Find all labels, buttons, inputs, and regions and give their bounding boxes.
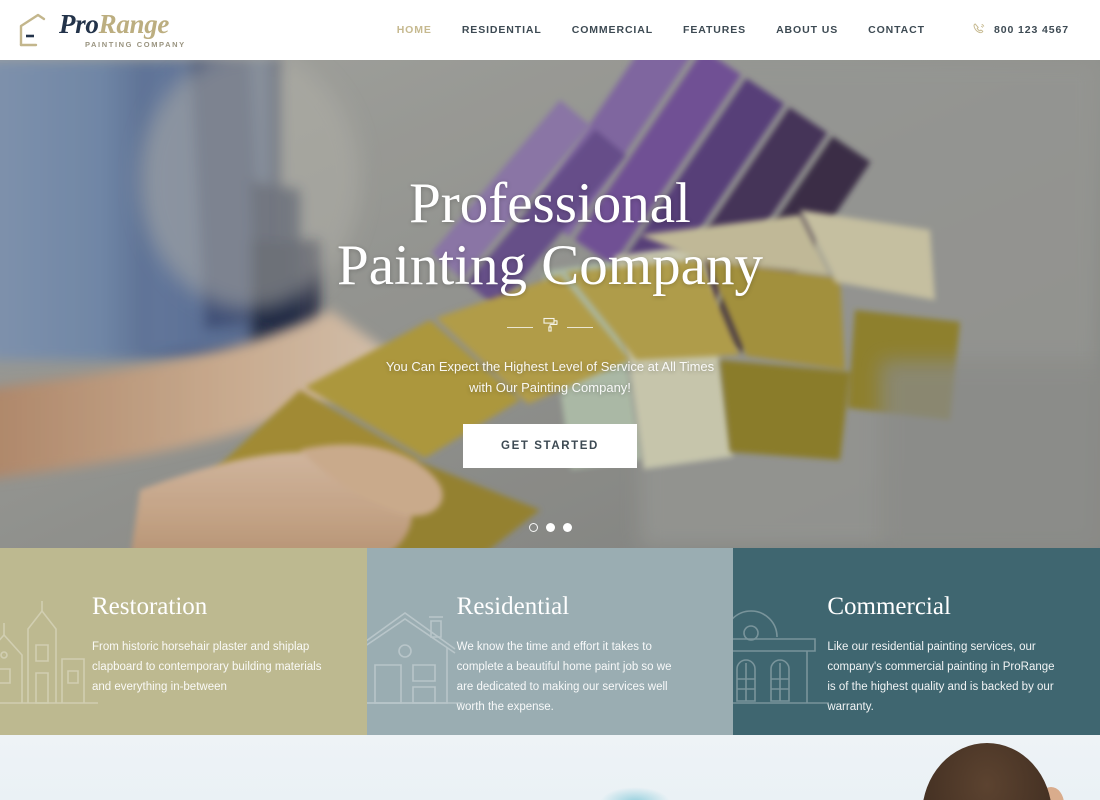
nav-item-about-us[interactable]: ABOUT US: [761, 18, 853, 42]
site-header: ProRange PAINTING COMPANY HOME RESIDENTI…: [0, 0, 1100, 60]
slider-dots: [0, 523, 1100, 532]
hero-divider: [507, 315, 593, 340]
service-panel-body: Commercial Like our residential painting…: [733, 593, 1100, 717]
service-panel-body: Restoration From historic horsehair plas…: [0, 593, 367, 697]
nav-item-contact[interactable]: CONTACT: [853, 18, 940, 42]
logo-word-range: Range: [98, 9, 170, 40]
service-panel-body: Residential We know the time and effort …: [367, 593, 734, 717]
slider-dot-1[interactable]: [528, 523, 538, 532]
divider-line-right: [567, 327, 593, 328]
hero-subtitle-line-2: with Our Painting Company!: [469, 380, 631, 395]
service-panel-residential[interactable]: Residential We know the time and effort …: [366, 548, 734, 735]
phone-call-icon: [971, 21, 994, 40]
nav-item-home[interactable]: HOME: [382, 18, 447, 42]
logo-text-block: ProRange PAINTING COMPANY: [59, 11, 186, 49]
house-outline-icon: [18, 12, 58, 48]
hero-title-line-2: Painting Company: [337, 234, 763, 297]
hero-slider: Professional Painting Company You Can Ex…: [0, 60, 1100, 548]
divider-line-left: [507, 327, 533, 328]
service-panel-restoration[interactable]: Restoration From historic horsehair plas…: [0, 548, 367, 735]
slider-dot-3[interactable]: [562, 523, 572, 532]
services-panels: Restoration From historic horsehair plas…: [0, 548, 1100, 735]
service-title-commercial: Commercial: [827, 593, 951, 620]
hero-title: Professional Painting Company: [337, 173, 763, 297]
get-started-button[interactable]: GET STARTED: [463, 424, 637, 468]
nav-item-commercial[interactable]: COMMERCIAL: [557, 18, 668, 42]
logo-word-pro: Pro: [59, 9, 99, 40]
service-text-residential: We know the time and effort it takes to …: [456, 640, 672, 713]
logo-tagline: PAINTING COMPANY: [85, 40, 186, 50]
service-text-restoration: From historic horsehair plaster and ship…: [92, 640, 322, 693]
nav-item-features[interactable]: FEATURES: [668, 18, 761, 42]
hero-subtitle: You Can Expect the Highest Level of Serv…: [386, 356, 714, 398]
header-phone-link[interactable]: 800 123 4567: [956, 15, 1084, 46]
slider-dot-2[interactable]: [545, 523, 555, 532]
hero-content: Professional Painting Company You Can Ex…: [0, 60, 1100, 548]
teaser-paint-blob: [600, 787, 670, 800]
phone-number-text: 800 123 4567: [993, 24, 1069, 36]
teaser-person-head: [922, 743, 1052, 800]
site-logo[interactable]: ProRange PAINTING COMPANY: [18, 11, 186, 49]
next-section-teaser: [0, 735, 1100, 800]
hero-title-line-1: Professional: [409, 172, 691, 235]
main-navigation: HOME RESIDENTIAL COMMERCIAL FEATURES ABO…: [382, 15, 1084, 46]
service-panel-commercial[interactable]: Commercial Like our residential painting…: [733, 548, 1100, 735]
service-title-restoration: Restoration: [92, 593, 208, 620]
hero-subtitle-line-1: You Can Expect the Highest Level of Serv…: [385, 359, 715, 374]
logo-wordmark: ProRange: [59, 11, 186, 38]
nav-item-residential[interactable]: RESIDENTIAL: [447, 18, 557, 42]
paint-roller-icon: [533, 315, 567, 340]
service-text-commercial: Like our residential painting services, …: [827, 640, 1055, 713]
service-title-residential: Residential: [456, 593, 570, 620]
